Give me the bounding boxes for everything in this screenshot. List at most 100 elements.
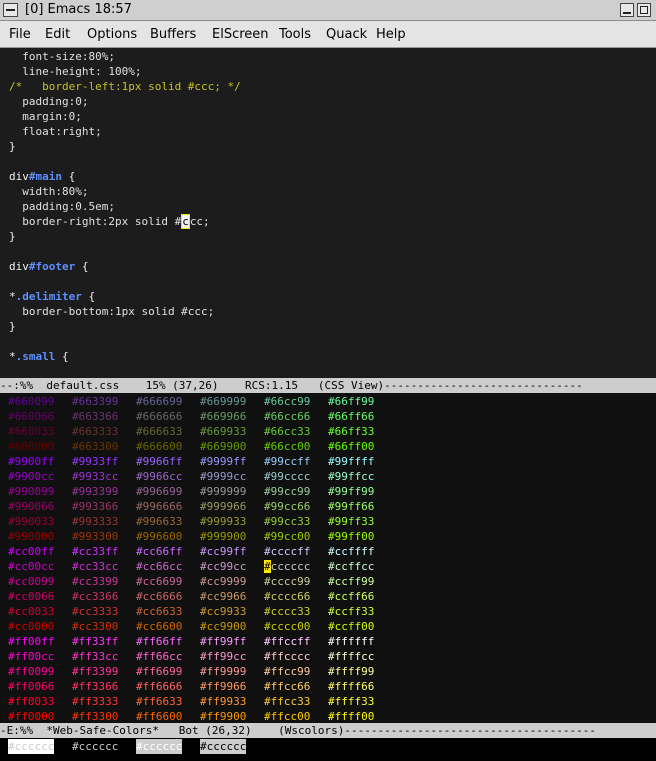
color-entry[interactable]: #66ff66	[328, 409, 374, 424]
color-entry[interactable]: #669933	[200, 424, 246, 439]
color-entry[interactable]: #9966ff	[136, 454, 182, 469]
color-entry[interactable]: #ff33cc	[72, 649, 118, 664]
color-entry[interactable]: #9999cc	[200, 469, 246, 484]
color-entry[interactable]: #990033	[8, 514, 54, 529]
color-entry[interactable]: #669966	[200, 409, 246, 424]
color-entry[interactable]: #9966cc	[136, 469, 182, 484]
maximize-button[interactable]	[637, 3, 651, 17]
color-entry[interactable]: #99ff66	[328, 499, 374, 514]
color-entry[interactable]: #ff66cc	[136, 649, 182, 664]
window-menu-button[interactable]	[3, 3, 18, 17]
color-entry[interactable]: #990099	[8, 484, 54, 499]
color-entry[interactable]: #99cc99	[264, 484, 310, 499]
color-entry[interactable]: #999900	[200, 529, 246, 544]
color-entry[interactable]: #cccc99	[264, 574, 310, 589]
color-entry[interactable]: #66cc00	[264, 439, 310, 454]
color-entry[interactable]: #66cc33	[264, 424, 310, 439]
color-entry[interactable]: #cccc00	[264, 619, 310, 634]
color-entry[interactable]: #990066	[8, 499, 54, 514]
color-entry[interactable]: #993333	[72, 514, 118, 529]
color-entry[interactable]: #cc0000	[8, 619, 54, 634]
color-entry[interactable]: #ffff99	[328, 664, 374, 679]
color-entry[interactable]: #ffccff	[264, 634, 310, 649]
color-entry[interactable]: #99ccff	[264, 454, 310, 469]
color-entry[interactable]: #666633	[136, 424, 182, 439]
menu-help[interactable]: Help	[376, 27, 406, 42]
color-entry[interactable]: #cc33ff	[72, 544, 118, 559]
color-entry[interactable]: #99cc66	[264, 499, 310, 514]
color-entry[interactable]: #ffffcc	[328, 649, 374, 664]
color-entry[interactable]: #996699	[136, 484, 182, 499]
color-entry[interactable]: #ff6666	[136, 679, 182, 694]
color-entry[interactable]: #66ff99	[328, 394, 374, 409]
color-entry[interactable]: #666699	[136, 394, 182, 409]
color-entry[interactable]: #cc99cc	[200, 559, 246, 574]
color-entry[interactable]: #cccc66	[264, 589, 310, 604]
color-entry[interactable]: #ff0099	[8, 664, 54, 679]
color-entry[interactable]: #996666	[136, 499, 182, 514]
menu-buffers[interactable]: Buffers	[150, 27, 196, 42]
color-entry[interactable]: #666600	[136, 439, 182, 454]
color-entry[interactable]: #ccff33	[328, 604, 374, 619]
color-entry[interactable]: #ccff00	[328, 619, 374, 634]
color-entry[interactable]: #660066	[8, 409, 54, 424]
color-entry[interactable]: #cc0099	[8, 574, 54, 589]
color-entry[interactable]: #66ff00	[328, 439, 374, 454]
color-entry[interactable]: #cccc33	[264, 604, 310, 619]
color-entry[interactable]: #9900ff	[8, 454, 54, 469]
color-entry[interactable]: #ff9933	[200, 694, 246, 709]
menu-elscreen[interactable]: ElScreen	[212, 27, 269, 42]
color-entry[interactable]: #ff3366	[72, 679, 118, 694]
color-entry[interactable]: #ff6699	[136, 664, 182, 679]
color-entry[interactable]: #ff6633	[136, 694, 182, 709]
color-entry[interactable]: #ff9966	[200, 679, 246, 694]
color-entry[interactable]: #9999ff	[200, 454, 246, 469]
color-entry[interactable]: #66cc66	[264, 409, 310, 424]
color-entry[interactable]: #660033	[8, 424, 54, 439]
color-entry[interactable]: #ffff00	[328, 709, 374, 723]
color-entry[interactable]: #ff33ff	[72, 634, 118, 649]
color-entry[interactable]: #cc6600	[136, 619, 182, 634]
color-entry[interactable]: #ffcc99	[264, 664, 310, 679]
color-entry[interactable]: #ffff33	[328, 694, 374, 709]
color-entry[interactable]: #663333	[72, 424, 118, 439]
color-entry[interactable]: #cc9999	[200, 574, 246, 589]
color-entry[interactable]: #ff9999	[200, 664, 246, 679]
color-entry[interactable]: #cc6699	[136, 574, 182, 589]
color-entry[interactable]: #ff3333	[72, 694, 118, 709]
color-entry[interactable]: #ff9900	[200, 709, 246, 723]
color-entry[interactable]: #660000	[8, 439, 54, 454]
color-entry[interactable]: #cc66ff	[136, 544, 182, 559]
color-entry[interactable]: #99ffcc	[328, 469, 374, 484]
css-editor-pane[interactable]: font-size:80%; line-height: 100%; /* bord…	[0, 48, 656, 378]
color-entry[interactable]: #ccccff	[264, 544, 310, 559]
color-entry[interactable]: #ff0066	[8, 679, 54, 694]
web-safe-colors-pane[interactable]: #660099 #663399 #666699 #669999 #66cc99 #66ff…	[0, 393, 656, 723]
minimize-button[interactable]	[620, 3, 634, 17]
color-entry[interactable]: #99ffff	[328, 454, 374, 469]
color-entry[interactable]: #ff3399	[72, 664, 118, 679]
color-entry[interactable]: #999999	[200, 484, 246, 499]
color-entry[interactable]: #ff66ff	[136, 634, 182, 649]
color-entry[interactable]: #669900	[200, 439, 246, 454]
color-entry[interactable]: #cc33cc	[72, 559, 118, 574]
color-entry[interactable]: #cc0033	[8, 604, 54, 619]
color-entry[interactable]: #ffcc66	[264, 679, 310, 694]
color-entry[interactable]: #99ff99	[328, 484, 374, 499]
color-entry[interactable]: #66ff33	[328, 424, 374, 439]
color-entry[interactable]: #ffff66	[328, 679, 374, 694]
color-entry[interactable]: #cc00cc	[8, 559, 54, 574]
color-entry[interactable]: #ff99ff	[200, 634, 246, 649]
color-entry[interactable]: #ff00cc	[8, 649, 54, 664]
color-entry[interactable]: #99ff33	[328, 514, 374, 529]
color-entry[interactable]: #663399	[72, 394, 118, 409]
color-entry[interactable]: #ff00ff	[8, 634, 54, 649]
color-entry[interactable]: #cc9933	[200, 604, 246, 619]
color-entry[interactable]: #993399	[72, 484, 118, 499]
color-entry[interactable]: #999966	[200, 499, 246, 514]
color-entry[interactable]: #663300	[72, 439, 118, 454]
color-entry[interactable]: #cc66cc	[136, 559, 182, 574]
color-entry[interactable]: #ffcccc	[264, 649, 310, 664]
color-entry[interactable]: #996600	[136, 529, 182, 544]
color-entry[interactable]: #99cc33	[264, 514, 310, 529]
